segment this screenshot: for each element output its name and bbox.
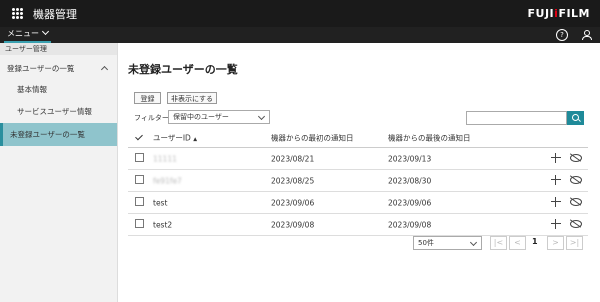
menu-bar: メニュー ? xyxy=(0,27,600,43)
last-page-button[interactable]: >| xyxy=(566,236,583,250)
column-header-first-notified[interactable]: 機器からの最初の通知日 xyxy=(271,133,354,144)
row-user-id: fe91fe7 xyxy=(153,176,182,185)
per-page-select[interactable]: 50件 xyxy=(413,236,482,250)
add-icon[interactable] xyxy=(551,197,561,207)
row-last-notified: 2023/09/13 xyxy=(388,154,432,163)
column-header-user-id[interactable]: ユーザーID ▲ xyxy=(153,133,197,144)
table-row: test 2023/09/06 2023/09/06 xyxy=(128,192,588,214)
hide-button[interactable]: 非表示にする xyxy=(167,92,217,104)
add-icon[interactable] xyxy=(551,219,561,229)
row-last-notified: 2023/09/08 xyxy=(388,220,432,229)
sidebar-section-title: ユーザー管理 xyxy=(0,43,117,55)
row-user-id: 11111 xyxy=(153,154,177,163)
select-all-check-icon[interactable] xyxy=(135,132,143,141)
row-last-notified: 2023/09/06 xyxy=(388,198,432,207)
row-first-notified: 2023/09/06 xyxy=(271,198,315,207)
row-last-notified: 2023/08/30 xyxy=(388,176,432,185)
user-icon[interactable] xyxy=(581,29,592,40)
column-header-last-notified[interactable]: 機器からの最後の通知日 xyxy=(388,133,471,144)
chevron-down-icon xyxy=(41,27,50,36)
table-header: ユーザーID ▲ 機器からの最初の通知日 機器からの最後の通知日 xyxy=(128,129,588,148)
brand-logo: FUJIiFILM xyxy=(527,7,590,20)
current-page-number: 1 xyxy=(532,237,538,246)
table-row: fe91fe7 2023/08/25 2023/08/30 xyxy=(128,170,588,192)
row-checkbox[interactable] xyxy=(135,153,144,162)
search-button[interactable] xyxy=(567,111,584,125)
chevron-down-icon xyxy=(469,238,478,247)
row-user-id: test2 xyxy=(153,220,173,229)
register-button[interactable]: 登録 xyxy=(134,92,161,104)
row-first-notified: 2023/08/21 xyxy=(271,154,315,163)
help-icon[interactable]: ? xyxy=(556,29,568,41)
prev-page-button[interactable]: < xyxy=(509,236,526,250)
filter-select[interactable]: 保留中のユーザー xyxy=(168,110,270,124)
first-page-button[interactable]: |< xyxy=(490,236,507,250)
row-checkbox[interactable] xyxy=(135,175,144,184)
menu-button[interactable]: メニュー xyxy=(4,27,51,43)
search-input[interactable] xyxy=(466,111,567,125)
top-bar: 機器管理 FUJIiFILM xyxy=(0,0,600,27)
chevron-up-icon xyxy=(100,65,109,74)
app-grid-icon[interactable] xyxy=(12,8,23,19)
eye-off-icon[interactable] xyxy=(569,219,582,228)
page-title: 未登録ユーザーの一覧 xyxy=(128,63,238,76)
next-page-button[interactable]: > xyxy=(547,236,564,250)
row-checkbox[interactable] xyxy=(135,197,144,206)
menu-button-label: メニュー xyxy=(7,29,39,38)
row-first-notified: 2023/08/25 xyxy=(271,176,315,185)
table-row: 11111 2023/08/21 2023/09/13 xyxy=(128,148,588,170)
chevron-down-icon xyxy=(257,112,266,121)
sidebar-item-unregistered-users[interactable]: 未登録ユーザーの一覧 xyxy=(0,123,117,146)
add-icon[interactable] xyxy=(551,153,561,163)
eye-off-icon[interactable] xyxy=(569,175,582,184)
table-row: test2 2023/09/08 2023/09/08 xyxy=(128,214,588,236)
sidebar: ユーザー管理 登録ユーザーの一覧 基本情報 サービスユーザー情報 未登録ユーザー… xyxy=(0,43,118,302)
sidebar-group-registered-users[interactable]: 登録ユーザーの一覧 xyxy=(0,57,117,81)
row-user-id: test xyxy=(153,198,168,207)
sidebar-item-basic-info[interactable]: 基本情報 xyxy=(0,79,117,101)
add-icon[interactable] xyxy=(551,175,561,185)
filter-label: フィルター: xyxy=(134,114,172,122)
users-table: ユーザーID ▲ 機器からの最初の通知日 機器からの最後の通知日 11111 2… xyxy=(128,129,588,236)
sort-asc-icon: ▲ xyxy=(193,136,198,143)
app-title: 機器管理 xyxy=(33,8,77,21)
eye-off-icon[interactable] xyxy=(569,197,582,206)
row-checkbox[interactable] xyxy=(135,219,144,228)
row-first-notified: 2023/09/08 xyxy=(271,220,315,229)
eye-off-icon[interactable] xyxy=(569,153,582,162)
sidebar-item-service-user-info[interactable]: サービスユーザー情報 xyxy=(0,101,117,123)
